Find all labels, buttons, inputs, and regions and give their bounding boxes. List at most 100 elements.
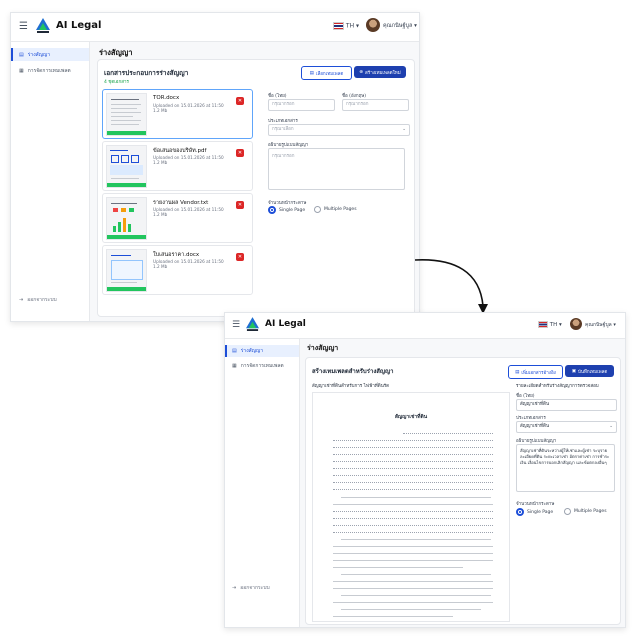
logout-label: ออกจากระบบ [27,297,57,303]
name-en-input[interactable]: กรุณากรอก [342,99,409,111]
description-textarea[interactable]: สัญญาเช่าที่ดินระหว่างผู้ให้เช่าและผู้เช… [516,444,615,492]
file-thumbnail [106,145,147,188]
doc-type-label: ประเภทเอกสาร [516,416,546,421]
menu-icon[interactable]: ☰ [232,320,240,330]
thai-flag-icon [538,321,548,328]
avatar[interactable] [366,18,380,32]
doc-type-label: ประเภทเอกสาร [268,119,298,124]
top-bar: ☰ AI Legal TH ▾ คุณกนิษฐ์บูล ▾ [225,313,625,339]
sidebar-item-draft[interactable]: ▤ ร่างสัญญา [11,48,89,61]
trash-icon: ✕ [237,150,243,156]
pages-label: จำนวนหน้ากระดาษ [268,201,307,206]
name-label: ชื่อ (ไทย) [516,394,535,399]
logout-button[interactable]: ⇥ ออกจากระบบ [232,584,270,592]
file-card[interactable]: ใบเสนอราคา.docx Uploaded on 15.01.2026 a… [102,245,253,295]
sidebar: ▤ ร่างสัญญา ▦ การจัดการเทมเพลต ⇥ ออกจากระบบ [225,339,300,627]
sidebar-item-label: ร่างสัญญา [27,51,51,58]
delete-button[interactable]: ✕ [236,201,244,209]
top-bar: ☰ AI Legal TH ▾ คุณกนิษฐ์บูล ▾ [11,13,419,42]
section-title: สร้างเทมเพลตสำหรับร่างสัญญา [312,368,394,375]
sidebar-item-label: การจัดการเทมเพลต [27,67,71,74]
file-thumbnail [106,249,147,292]
file-size: 1.2 Mb [153,264,168,270]
file-size: 1.2 Mb [153,212,168,218]
button-label: เลือกเทมเพลต [315,71,344,77]
logout-button[interactable]: ⇥ ออกจากระบบ [19,296,57,304]
page-title: ร่างสัญญา [307,344,339,352]
form-header: รายละเอียดสำหรับร่างสัญญาการตรวจสอบ [516,384,599,389]
file-size: 1.2 Mb [153,108,168,114]
file-meta: Uploaded on 15.01.2026 at 11:50 1.2 Mb [153,155,224,166]
brand-name: AI Legal [56,20,102,31]
flow-arrow [414,259,488,314]
section-subtitle: 4 ชุดเอกสาร [104,80,129,85]
screen-1-window: ☰ AI Legal TH ▾ คุณกนิษฐ์บูล ▾ ▤ ร่างสัญญ… [10,12,420,322]
save-template-button[interactable]: ▣ บันทึกเทมเพลต [565,365,614,377]
user-name-label: คุณกนิษฐ์บูล [585,322,612,328]
doc-type-select[interactable]: สัญญาเช่าที่ดิน ⌄ [516,421,617,433]
radio-label: Single Page [279,207,306,213]
user-name[interactable]: คุณกนิษฐ์บูล ▾ [585,321,616,329]
name-input[interactable]: สัญญาเช่าที่ดิน [516,399,617,411]
file-name: รายงานผล Vendor.txt [153,200,209,206]
radio-icon [564,508,571,515]
delete-button[interactable]: ✕ [236,149,244,157]
select-template-button[interactable]: ▤ เลือกเทมเพลต [301,66,352,80]
radio-label: Multiple Pages [324,207,357,212]
trash-icon: ✕ [237,202,243,208]
avatar[interactable] [570,318,582,330]
section-title: เอกสารประกอบการร่างสัญญา [104,69,189,77]
add-reference-button[interactable]: ▤ เพิ่มเอกสารอ้างอิง [508,365,563,379]
description-textarea[interactable]: กรุณากรอก [268,148,405,190]
language-label: TH [345,22,355,30]
save-icon: ▣ [571,368,576,374]
language-switch[interactable]: TH ▾ [333,22,359,30]
doc-type-value: สัญญาเช่าที่ดิน [520,424,550,429]
pages-label: จำนวนหน้ากระดาษ [516,502,555,507]
delete-button[interactable]: ✕ [236,253,244,261]
main-panel: สร้างเทมเพลตสำหรับร่างสัญญา สัญญาเช่าที่… [305,357,621,625]
radio-label: Single Page [527,509,554,515]
button-label: สร้างเทมเพลตใหม่ [365,70,401,76]
description-label: อธิบายรูปแบบสัญญา [268,143,309,148]
file-meta: Uploaded on 15.01.2026 at 11:50 1.2 Mb [153,259,224,270]
name-th-input[interactable]: กรุณากรอก [268,99,335,111]
file-thumbnail [106,197,147,240]
multiple-pages-radio[interactable]: Multiple Pages [314,206,357,213]
sidebar-item-templates[interactable]: ▦ การจัดการเทมเพลต [225,360,299,372]
brand-name: AI Legal [265,319,306,329]
file-card[interactable]: TOR.docx Uploaded on 15.01.2026 at 11:50… [102,89,253,139]
trash-icon: ✕ [237,254,243,260]
radio-selected-icon [516,508,524,516]
axons-logo [246,317,259,331]
thai-flag-icon [333,22,344,30]
single-page-radio[interactable]: Single Page [268,206,305,214]
language-switch[interactable]: TH ▾ [538,321,562,328]
file-card[interactable]: ข้อเสนอของบริษัท.pdf Uploaded on 15.01.2… [102,141,253,191]
contract-title: สัญญาเช่าที่ดิน [394,414,428,420]
sidebar-item-templates[interactable]: ▦ การจัดการเทมเพลต [11,64,89,77]
sidebar-item-label: ร่างสัญญา [240,348,264,354]
sidebar-item-draft[interactable]: ▤ ร่างสัญญา [225,345,299,357]
sidebar-item-label: การจัดการเทมเพลต [240,363,284,369]
multiple-pages-radio[interactable]: Multiple Pages [564,508,607,515]
delete-button[interactable]: ✕ [236,97,244,105]
logout-label: ออกจากระบบ [240,585,270,591]
file-meta: Uploaded on 15.01.2026 at 11:50 1.2 Mb [153,103,224,114]
name-en-label: ชื่อ (อังกฤษ) [342,94,367,99]
template-icon: ▤ [309,70,314,76]
file-thumbnail [106,93,147,136]
page-title: ร่างสัญญา [99,48,133,57]
user-name[interactable]: คุณกนิษฐ์บูล ▾ [383,22,417,30]
doc-type-select[interactable]: กรุณาเลือก ⌄ [268,124,410,136]
menu-icon[interactable]: ☰ [19,21,28,32]
file-name: TOR.docx [153,95,180,101]
document-preview[interactable]: สัญญาเช่าที่ดิน [312,392,510,622]
file-card[interactable]: รายงานผล Vendor.txt Uploaded on 15.01.20… [102,193,253,243]
user-name-label: คุณกนิษฐ์บูล [383,23,413,29]
document-icon: ▤ [19,51,24,58]
single-page-radio[interactable]: Single Page [516,508,553,516]
create-template-button[interactable]: ⊕ สร้างเทมเพลตใหม่ [354,66,406,78]
file-meta: Uploaded on 15.01.2026 at 11:50 1.2 Mb [153,207,224,218]
radio-selected-icon [268,206,276,214]
